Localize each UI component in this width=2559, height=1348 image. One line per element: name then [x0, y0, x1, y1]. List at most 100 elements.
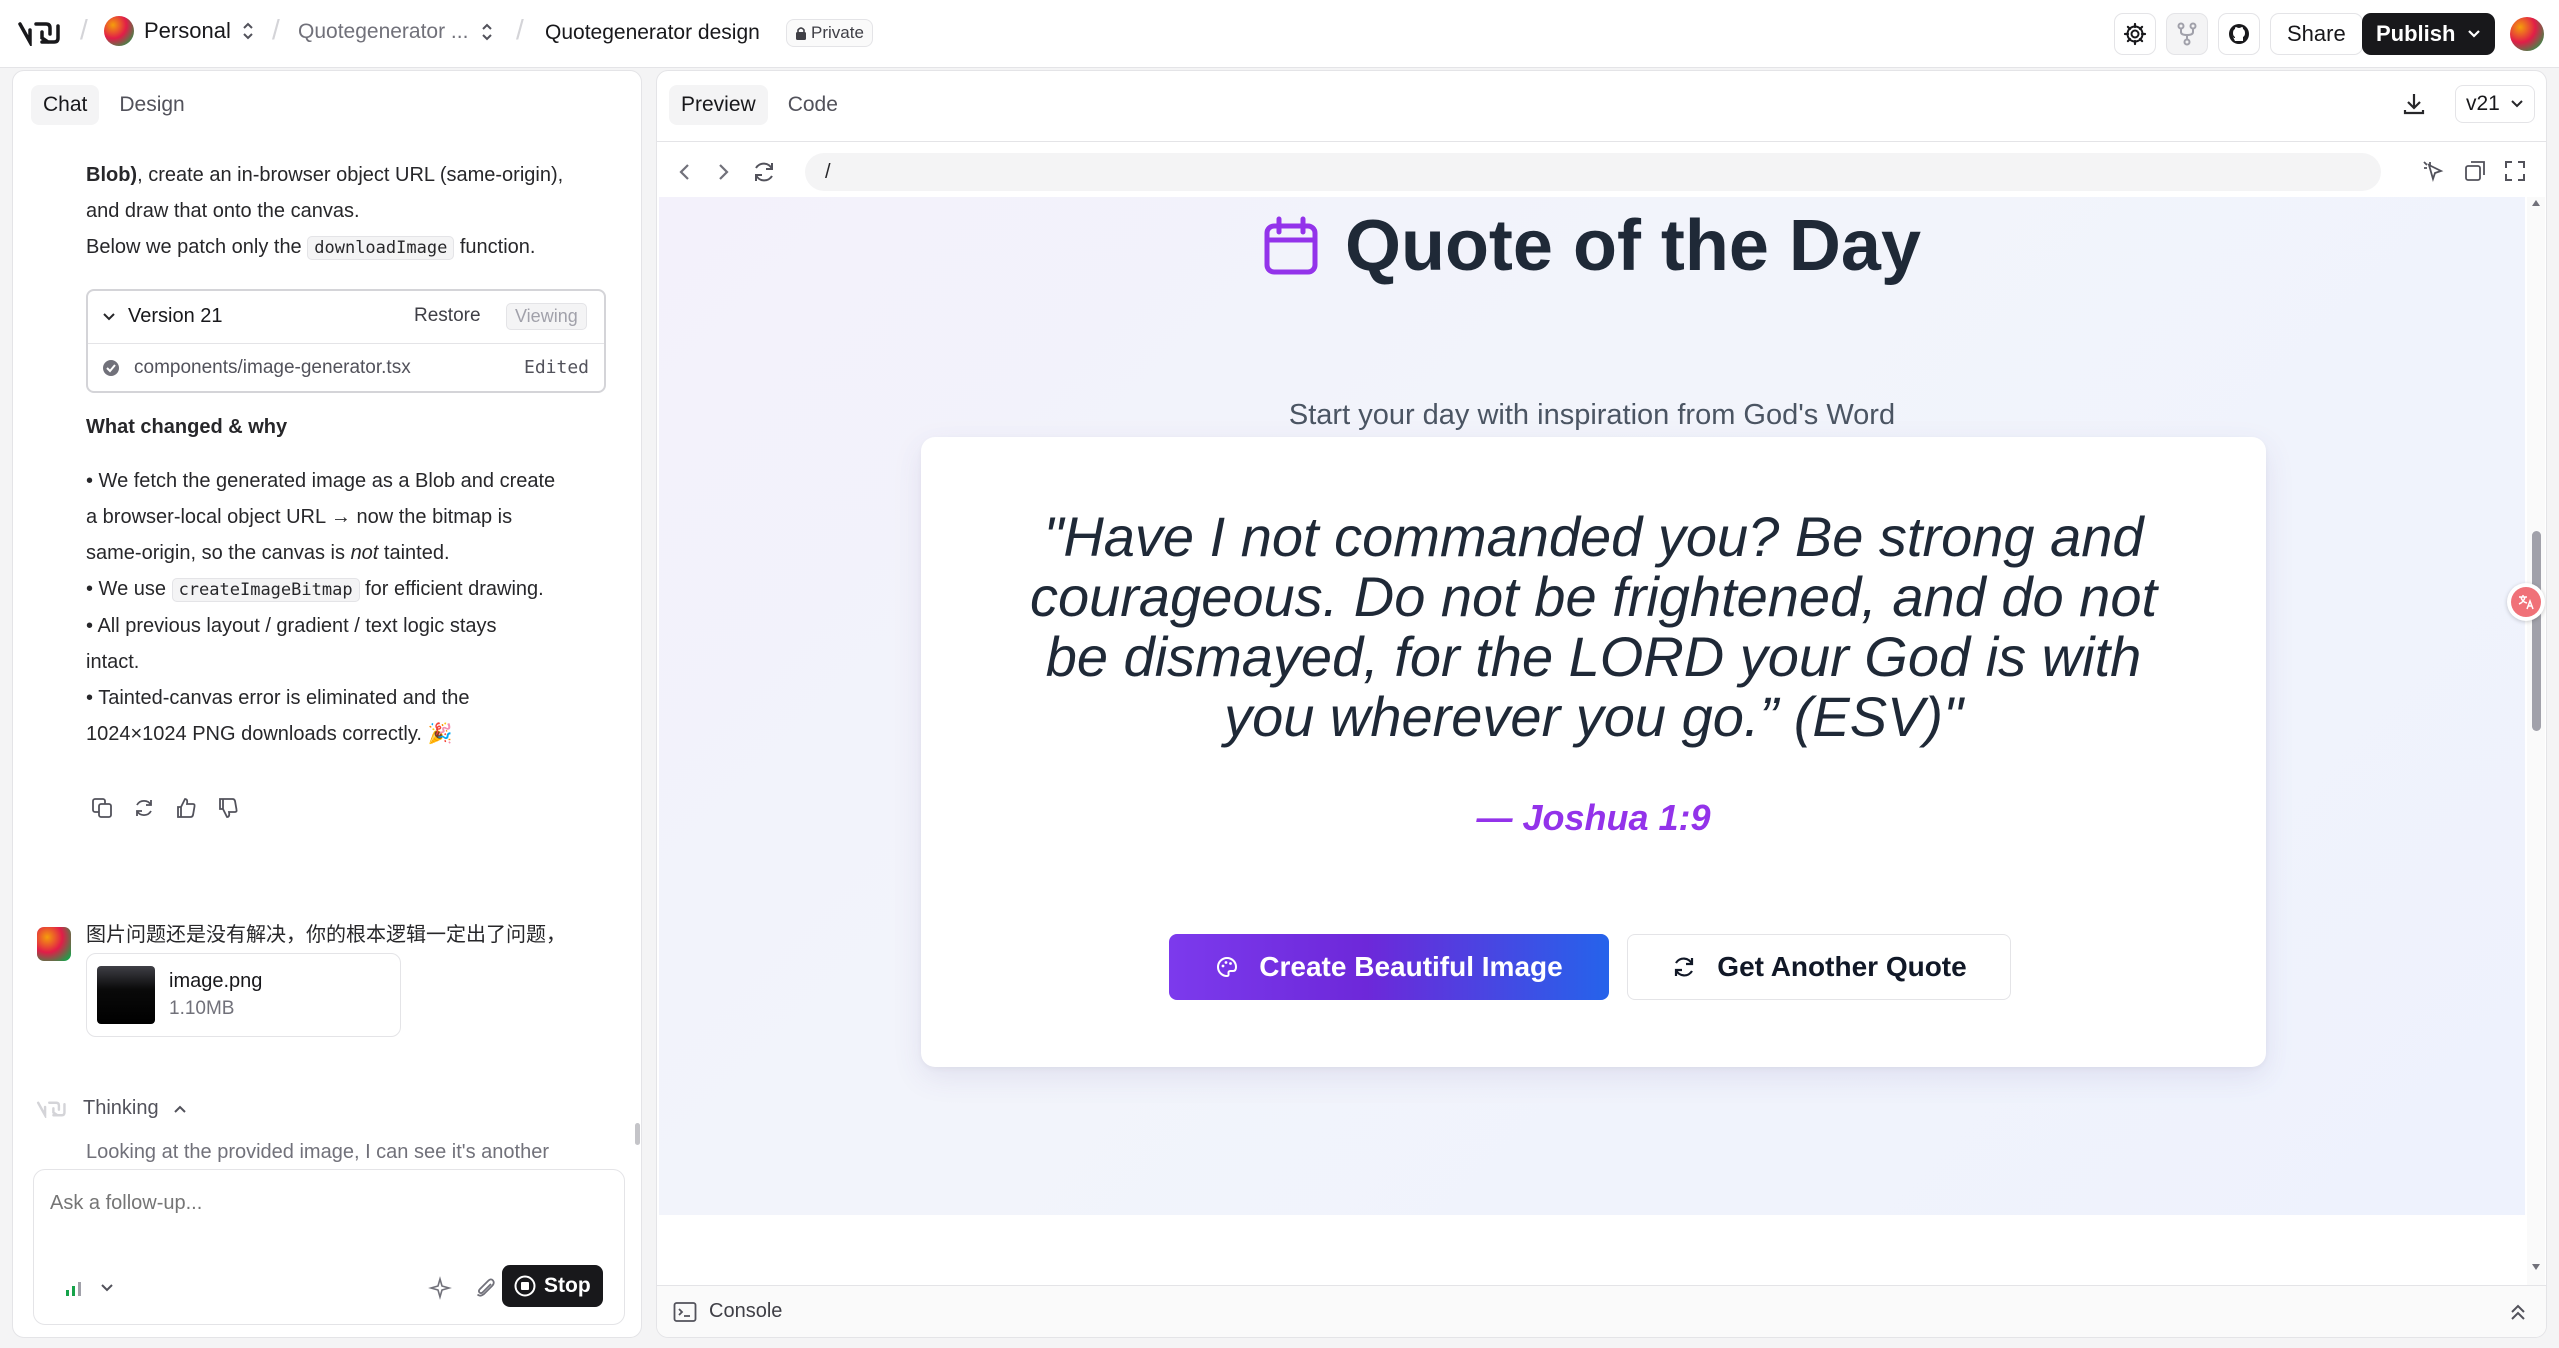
- bullet-text: • We fetch the generated image as a Blob…: [86, 470, 556, 492]
- thinking-label: Thinking: [83, 1097, 159, 1119]
- project-name: Quotegenerator ...: [298, 20, 469, 43]
- refresh-icon[interactable]: [133, 797, 155, 819]
- scroll-down-icon[interactable]: [2531, 1263, 2541, 1271]
- chat-scrollbar[interactable]: [635, 1123, 640, 1145]
- v0-logo-icon: [36, 1101, 66, 1118]
- follow-up-input[interactable]: [50, 1188, 610, 1218]
- attachment-name: image.png: [169, 970, 263, 992]
- download-icon[interactable]: [2401, 91, 2427, 117]
- chevron-down-icon: [101, 1284, 113, 1292]
- chevron-icon: [103, 312, 115, 320]
- version-header[interactable]: Version 21: [102, 305, 223, 328]
- check-circle-icon: [103, 360, 119, 376]
- model-selector[interactable]: [64, 1278, 114, 1298]
- chevron-updown-icon: [243, 22, 253, 40]
- v0-logo-icon[interactable]: [18, 20, 62, 46]
- github-button[interactable]: [2218, 13, 2260, 55]
- github-icon: [2229, 24, 2249, 44]
- tab-design[interactable]: Design: [107, 85, 196, 125]
- terminal-icon: [673, 1301, 697, 1322]
- project-switcher[interactable]: Quotegenerator ...: [298, 20, 494, 44]
- console-label: Console: [709, 1300, 783, 1322]
- workspace-switcher[interactable]: Personal: [104, 16, 255, 46]
- attachment-card[interactable]: image.png 1.10MB: [86, 953, 401, 1037]
- copy-icon[interactable]: [91, 797, 113, 819]
- chevrons-up-icon[interactable]: [2509, 1302, 2527, 1324]
- file-status: Edited: [524, 357, 590, 378]
- forward-arrow-icon[interactable]: [715, 161, 731, 183]
- paperclip-icon[interactable]: [474, 1276, 498, 1300]
- follow-up-input-box: Stop: [33, 1169, 625, 1325]
- breadcrumb-separator: /: [80, 14, 88, 45]
- chat-title[interactable]: Quotegenerator design: [545, 21, 760, 45]
- publish-button[interactable]: Publish: [2362, 13, 2496, 55]
- app-preview: Quote of the Day Start your day with ins…: [659, 197, 2525, 1215]
- stop-icon: [514, 1275, 536, 1297]
- breadcrumb-separator: /: [272, 14, 280, 45]
- fullscreen-icon[interactable]: [2503, 159, 2527, 183]
- user-avatar[interactable]: [2510, 17, 2544, 51]
- tab-preview[interactable]: Preview: [669, 85, 768, 125]
- share-button[interactable]: Share: [2270, 13, 2363, 55]
- app-title: Quote of the Day: [1344, 206, 1922, 286]
- viewing-badge: Viewing: [506, 303, 587, 330]
- translate-button[interactable]: [2507, 583, 2545, 621]
- visibility-badge[interactable]: Private: [786, 19, 873, 47]
- user-message-text: 图片问题还是没有解决，你的根本逻辑一定出了问题，: [86, 924, 566, 946]
- workspace-name: Personal: [144, 18, 231, 43]
- msg-text: , create an in-browser object URL (same-…: [137, 164, 564, 186]
- app-header: Quote of the Day: [659, 205, 2525, 287]
- tab-chat[interactable]: Chat: [31, 85, 100, 125]
- restore-button[interactable]: Restore: [414, 305, 481, 327]
- tab-code[interactable]: Code: [776, 85, 850, 125]
- version-card[interactable]: Version 21 Restore Viewing components/im…: [86, 289, 606, 393]
- pointer-select-icon[interactable]: [2421, 159, 2447, 185]
- thinking-preview: Looking at the provided image, I can see…: [86, 1141, 549, 1163]
- version-file-row[interactable]: components/image-generator.tsx: [102, 357, 411, 379]
- msg-text: and draw that onto the canvas.: [86, 200, 360, 222]
- get-another-quote-button[interactable]: Get Another Quote: [1627, 934, 2011, 1000]
- version-file-name: components/image-generator.tsx: [134, 357, 411, 378]
- thinking-toggle[interactable]: Thinking: [35, 1097, 187, 1120]
- create-image-button[interactable]: Create Beautiful Image: [1169, 934, 1609, 1000]
- preview-scrollbar[interactable]: [2527, 197, 2545, 1285]
- stop-button[interactable]: Stop: [502, 1265, 603, 1307]
- thumbs-up-icon[interactable]: [175, 797, 197, 819]
- palette-icon: [1217, 956, 1238, 978]
- visibility-label: Private: [811, 23, 864, 42]
- chart-icon: [66, 1282, 81, 1296]
- bullet-text: • All previous layout / gradient / text …: [86, 615, 497, 637]
- msg-text: Below we patch only the: [86, 236, 302, 258]
- calendar-icon: [1264, 216, 1318, 275]
- get-another-quote-label: Get Another Quote: [1717, 951, 1967, 982]
- chevron-updown-icon: [482, 23, 493, 41]
- settings-button[interactable]: [2114, 13, 2156, 55]
- reload-icon[interactable]: [751, 159, 777, 185]
- changes-heading: What changed & why: [86, 416, 288, 438]
- fork-icon: [2177, 22, 2197, 46]
- version-selector[interactable]: v21: [2455, 85, 2535, 123]
- bullet-text: tainted.: [378, 542, 450, 564]
- attachment-size: 1.10MB: [169, 998, 235, 1019]
- url-bar[interactable]: /: [805, 153, 2381, 191]
- chat-panel: Chat Design Blob), create an in-browser …: [12, 70, 642, 1338]
- version-title: Version 21: [128, 305, 223, 327]
- scrollbar-thumb[interactable]: [2532, 531, 2541, 731]
- console-bar[interactable]: Console: [657, 1285, 2546, 1337]
- version-label: v21: [2466, 92, 2500, 115]
- fork-button[interactable]: [2166, 13, 2208, 55]
- new-window-icon[interactable]: [2463, 159, 2487, 183]
- bullet-emphasis: not: [350, 542, 379, 564]
- console-toggle[interactable]: Console: [673, 1300, 782, 1323]
- thumbs-down-icon[interactable]: [217, 797, 239, 819]
- workspace-avatar: [104, 16, 134, 46]
- inline-code: createImageBitmap: [171, 578, 360, 602]
- sparkle-icon[interactable]: [428, 1276, 452, 1300]
- create-image-label: Create Beautiful Image: [1259, 951, 1563, 982]
- scroll-up-icon[interactable]: [2531, 199, 2541, 207]
- changes-section: What changed & why • We fetch the genera…: [86, 409, 626, 752]
- chevron-down-icon: [2468, 30, 2481, 38]
- back-arrow-icon[interactable]: [677, 161, 693, 183]
- chevron-up-icon: [173, 1105, 186, 1113]
- refresh-icon: [1675, 957, 1694, 977]
